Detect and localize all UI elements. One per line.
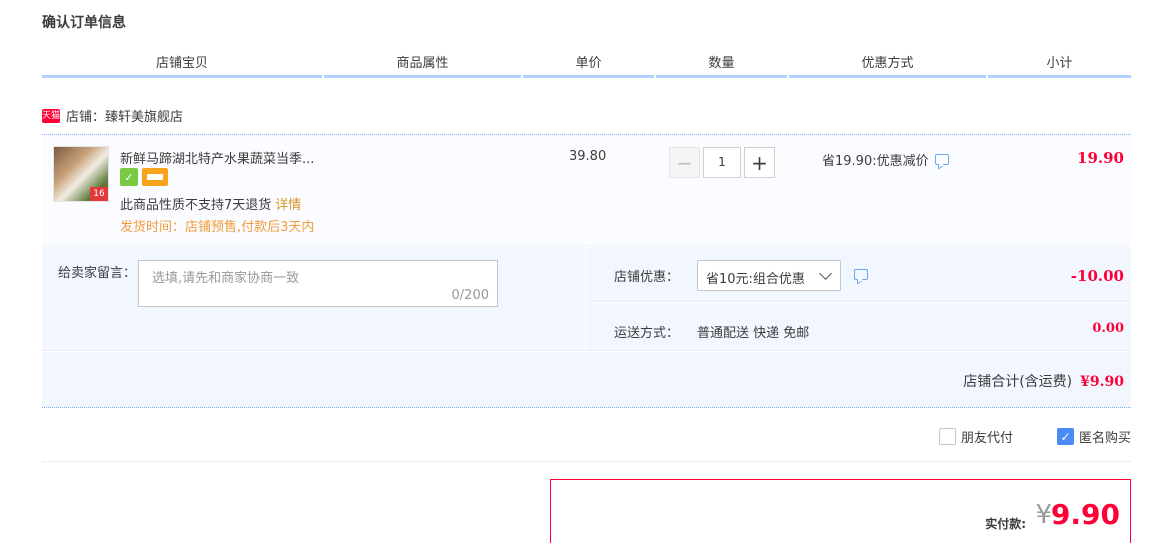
increase-button[interactable]: +	[744, 147, 775, 178]
column-header-unit-price: 单价	[523, 56, 654, 78]
decrease-button[interactable]: −	[669, 147, 700, 178]
message-label: 给卖家留言：	[58, 266, 137, 281]
chat-bubble-icon[interactable]	[854, 269, 868, 280]
anonymous-label: 匿名购买	[1078, 431, 1131, 446]
message-placeholder: 选填,请先和商家协商一致	[152, 271, 300, 286]
column-header-discount: 优惠方式	[789, 56, 986, 78]
coupon-selected-value: 省10元:组合优惠	[706, 272, 805, 287]
message-textarea[interactable]: 选填,请先和商家协商一致 0/200	[138, 260, 498, 307]
quantity-stepper: − 1 +	[669, 147, 775, 178]
no-return-text: 此商品性质不支持7天退货	[120, 198, 272, 213]
currency-symbol: ¥	[1035, 500, 1052, 530]
detail-link[interactable]: 详情	[275, 198, 301, 213]
shipping-amount: 0.00	[1092, 321, 1124, 336]
shop-label: 店铺：	[66, 110, 106, 125]
discount-text: 省19.90:优惠减价	[822, 154, 929, 169]
unit-price: 39.80	[569, 149, 607, 164]
product-title-link[interactable]: 新鲜马蹄湖北特产水果蔬菜当季...	[120, 148, 314, 167]
order-item: 16 新鲜马蹄湖北特产水果蔬菜当季... ✓ 此商品性质不支持7天退货 详情 发货…	[42, 134, 1131, 246]
friend-pay-option[interactable]: 朋友代付	[938, 427, 1013, 446]
shop-header: 天猫 店铺： 臻轩美旗舰店	[42, 106, 183, 125]
anonymous-option[interactable]: ✓ 匿名购买	[1056, 427, 1131, 446]
discount-info: 省19.90:优惠减价	[822, 150, 949, 169]
column-header-shop-item: 店铺宝贝	[42, 56, 322, 78]
shipping-section: 运送方式： 普通配送 快递 免邮 0.00	[586, 303, 1131, 351]
credit-card-icon[interactable]	[142, 168, 168, 186]
payment-amount: 9.90	[1050, 498, 1120, 531]
chevron-down-icon	[819, 267, 832, 280]
shop-total: 店铺合计(含运费) ¥9.90	[963, 371, 1124, 391]
page-title: 确认订单信息	[42, 15, 126, 31]
shop-total-amount: ¥9.90	[1080, 374, 1124, 390]
message-section: 给卖家留言： 选填,请先和商家协商一致 0/200	[42, 247, 585, 351]
tmall-icon: 天猫	[42, 108, 61, 123]
product-thumbnail[interactable]: 16	[53, 146, 109, 202]
coupon-label: 店铺优惠：	[614, 270, 680, 285]
anonymous-checkbox[interactable]: ✓	[1056, 428, 1074, 445]
item-subtotal: 19.90	[1077, 149, 1124, 167]
chat-bubble-icon[interactable]	[934, 154, 949, 165]
shop-total-label: 店铺合计(含运费)	[963, 374, 1073, 390]
friend-pay-checkbox[interactable]	[938, 428, 956, 445]
shipping-method: 普通配送 快递 免邮	[697, 326, 810, 341]
payment-label: 实付款:	[985, 517, 1026, 531]
shop-name-link[interactable]: 臻轩美旗舰店	[105, 106, 183, 125]
shipping-label: 运送方式：	[614, 326, 680, 341]
coupon-amount: -10.00	[1070, 267, 1124, 285]
column-header-subtotal: 小计	[988, 56, 1131, 78]
guarantee-icon[interactable]: ✓	[120, 168, 138, 186]
coupon-select[interactable]: 省10元:组合优惠	[697, 260, 841, 291]
message-counter: 0/200	[451, 288, 489, 303]
column-header-quantity: 数量	[656, 56, 787, 78]
ship-time: 发货时间：店铺预售,付款后3天内	[120, 220, 315, 235]
quantity-input[interactable]: 1	[703, 147, 741, 178]
thumbnail-badge: 16	[90, 187, 108, 201]
order-options: 朋友代付 ✓ 匿名购买	[895, 427, 1131, 446]
column-header-attributes: 商品属性	[324, 56, 521, 78]
no-return-notice: 此商品性质不支持7天退货 详情	[120, 194, 301, 213]
divider	[42, 461, 1131, 462]
service-icons: ✓	[120, 168, 168, 186]
payment-summary: 实付款: ¥ 9.90	[550, 479, 1131, 543]
friend-pay-label: 朋友代付	[960, 431, 1013, 446]
shop-total-section: 店铺合计(含运费) ¥9.90	[42, 352, 1131, 408]
coupon-section: 店铺优惠： 省10元:组合优惠 -10.00	[586, 247, 1131, 302]
